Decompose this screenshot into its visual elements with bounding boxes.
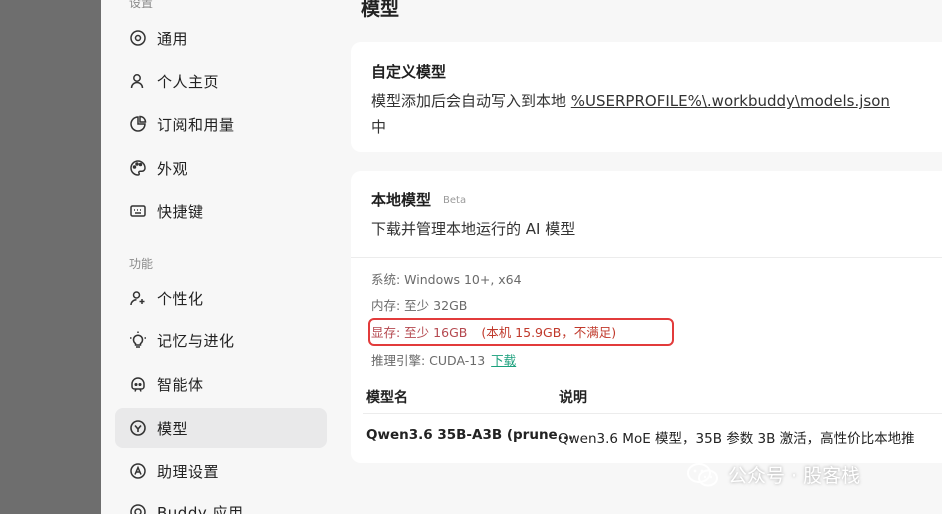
custom-model-desc-prefix: 模型添加后会自动写入到本地 (371, 92, 571, 110)
sidebar-item-label: 助理设置 (157, 462, 220, 481)
assistant-icon (129, 462, 147, 480)
sidebar-item-appearance[interactable]: 外观 (115, 148, 327, 188)
sidebar-item-profile[interactable]: 个人主页 (115, 61, 327, 101)
sidebar-item-label: Buddy 应用 (157, 503, 244, 514)
app-icon (129, 503, 147, 514)
sidebar-item-label: 通用 (157, 29, 189, 48)
watermark: 公众号 · 股客栈 (686, 461, 860, 488)
wechat-icon (687, 462, 718, 486)
sidebar-item-shortcuts[interactable]: 快捷键 (115, 191, 327, 231)
sidebar-item-subscription[interactable]: 订阅和用量 (115, 104, 327, 144)
table-header-desc: 说明 (559, 390, 587, 406)
requirement-engine-text: 推理引擎: CUDA-13 (371, 353, 486, 368)
model-name-cell: Qwen3.6 35B-A3B (prune... (366, 427, 574, 443)
sidebar-item-buddy-apps[interactable]: Buddy 应用 (115, 492, 327, 514)
sidebar-item-agents[interactable]: 智能体 (115, 364, 327, 404)
table-header-name: 模型名 (366, 390, 408, 406)
requirement-system: 系统: Windows 10+, x64 (371, 272, 522, 287)
page-title: 模型 (361, 0, 400, 20)
sidebar-item-assistant-settings[interactable]: 助理设置 (115, 451, 327, 491)
model-desc-cell: Qwen3.6 MoE 模型，35B 参数 3B 激活，高性价比本地推 (558, 431, 915, 447)
watermark-text: 公众号 · 股客栈 (728, 465, 861, 487)
section-label-settings: 设置 (129, 0, 154, 10)
custom-model-title: 自定义模型 (371, 63, 447, 81)
local-model-desc: 下载并管理本地运行的 AI 模型 (371, 220, 576, 238)
keyboard-icon (129, 202, 147, 220)
main-content: 模型 自定义模型 模型添加后会自动写入到本地 %USERPROFILE%\.wo… (336, 0, 942, 514)
models-json-path-link[interactable]: %USERPROFILE%\.workbuddy\models.json (571, 92, 890, 110)
custom-model-desc-suffix: 中 (371, 118, 387, 136)
sidebar-item-models[interactable]: 模型 (115, 408, 327, 448)
sidebar-item-memory[interactable]: 记忆与进化 (115, 320, 327, 360)
sidebar: 设置 通用 个人主页 订阅和用量 外观 快捷键 功能 个性化 记忆与进化 智能体… (101, 0, 336, 514)
custom-model-card: 自定义模型 模型添加后会自动写入到本地 %USERPROFILE%\.workb… (351, 42, 942, 152)
pie-chart-icon (129, 115, 147, 133)
local-model-card: 本地模型 Beta 下载并管理本地运行的 AI 模型 系统: Windows 10… (351, 171, 942, 463)
requirement-engine: 推理引擎: CUDA-13 下载 (371, 350, 516, 369)
palette-icon (129, 159, 147, 177)
user-sparkle-icon (129, 289, 147, 307)
sidebar-item-general[interactable]: 通用 (115, 18, 327, 58)
model-icon (129, 419, 147, 437)
table-header-divider (363, 413, 942, 414)
local-model-title-row: 本地模型 Beta (371, 189, 466, 210)
sidebar-item-label: 外观 (157, 159, 189, 178)
custom-model-desc: 模型添加后会自动写入到本地 %USERPROFILE%\.workbuddy\m… (371, 88, 942, 140)
divider (351, 257, 942, 258)
section-label-features: 功能 (129, 257, 154, 271)
sidebar-item-label: 快捷键 (157, 202, 204, 221)
lightbulb-icon (129, 331, 147, 349)
sidebar-item-label: 智能体 (157, 375, 204, 394)
sidebar-item-label: 模型 (157, 419, 189, 438)
beta-badge: Beta (443, 195, 467, 206)
user-icon (129, 72, 147, 90)
settings-window: 设置 通用 个人主页 订阅和用量 外观 快捷键 功能 个性化 记忆与进化 智能体… (101, 0, 942, 514)
bot-icon (129, 375, 147, 393)
settings-circle-icon (129, 29, 147, 47)
sidebar-item-label: 记忆与进化 (157, 331, 235, 350)
sidebar-item-label: 个性化 (157, 289, 204, 308)
requirement-memory: 内存: 至少 32GB (371, 298, 468, 313)
sidebar-item-label: 订阅和用量 (157, 115, 235, 134)
sidebar-item-label: 个人主页 (157, 72, 220, 91)
download-link[interactable]: 下载 (491, 353, 516, 368)
local-model-title: 本地模型 (371, 191, 432, 209)
sidebar-item-personalization[interactable]: 个性化 (115, 278, 327, 318)
vram-highlight-box (368, 318, 674, 346)
